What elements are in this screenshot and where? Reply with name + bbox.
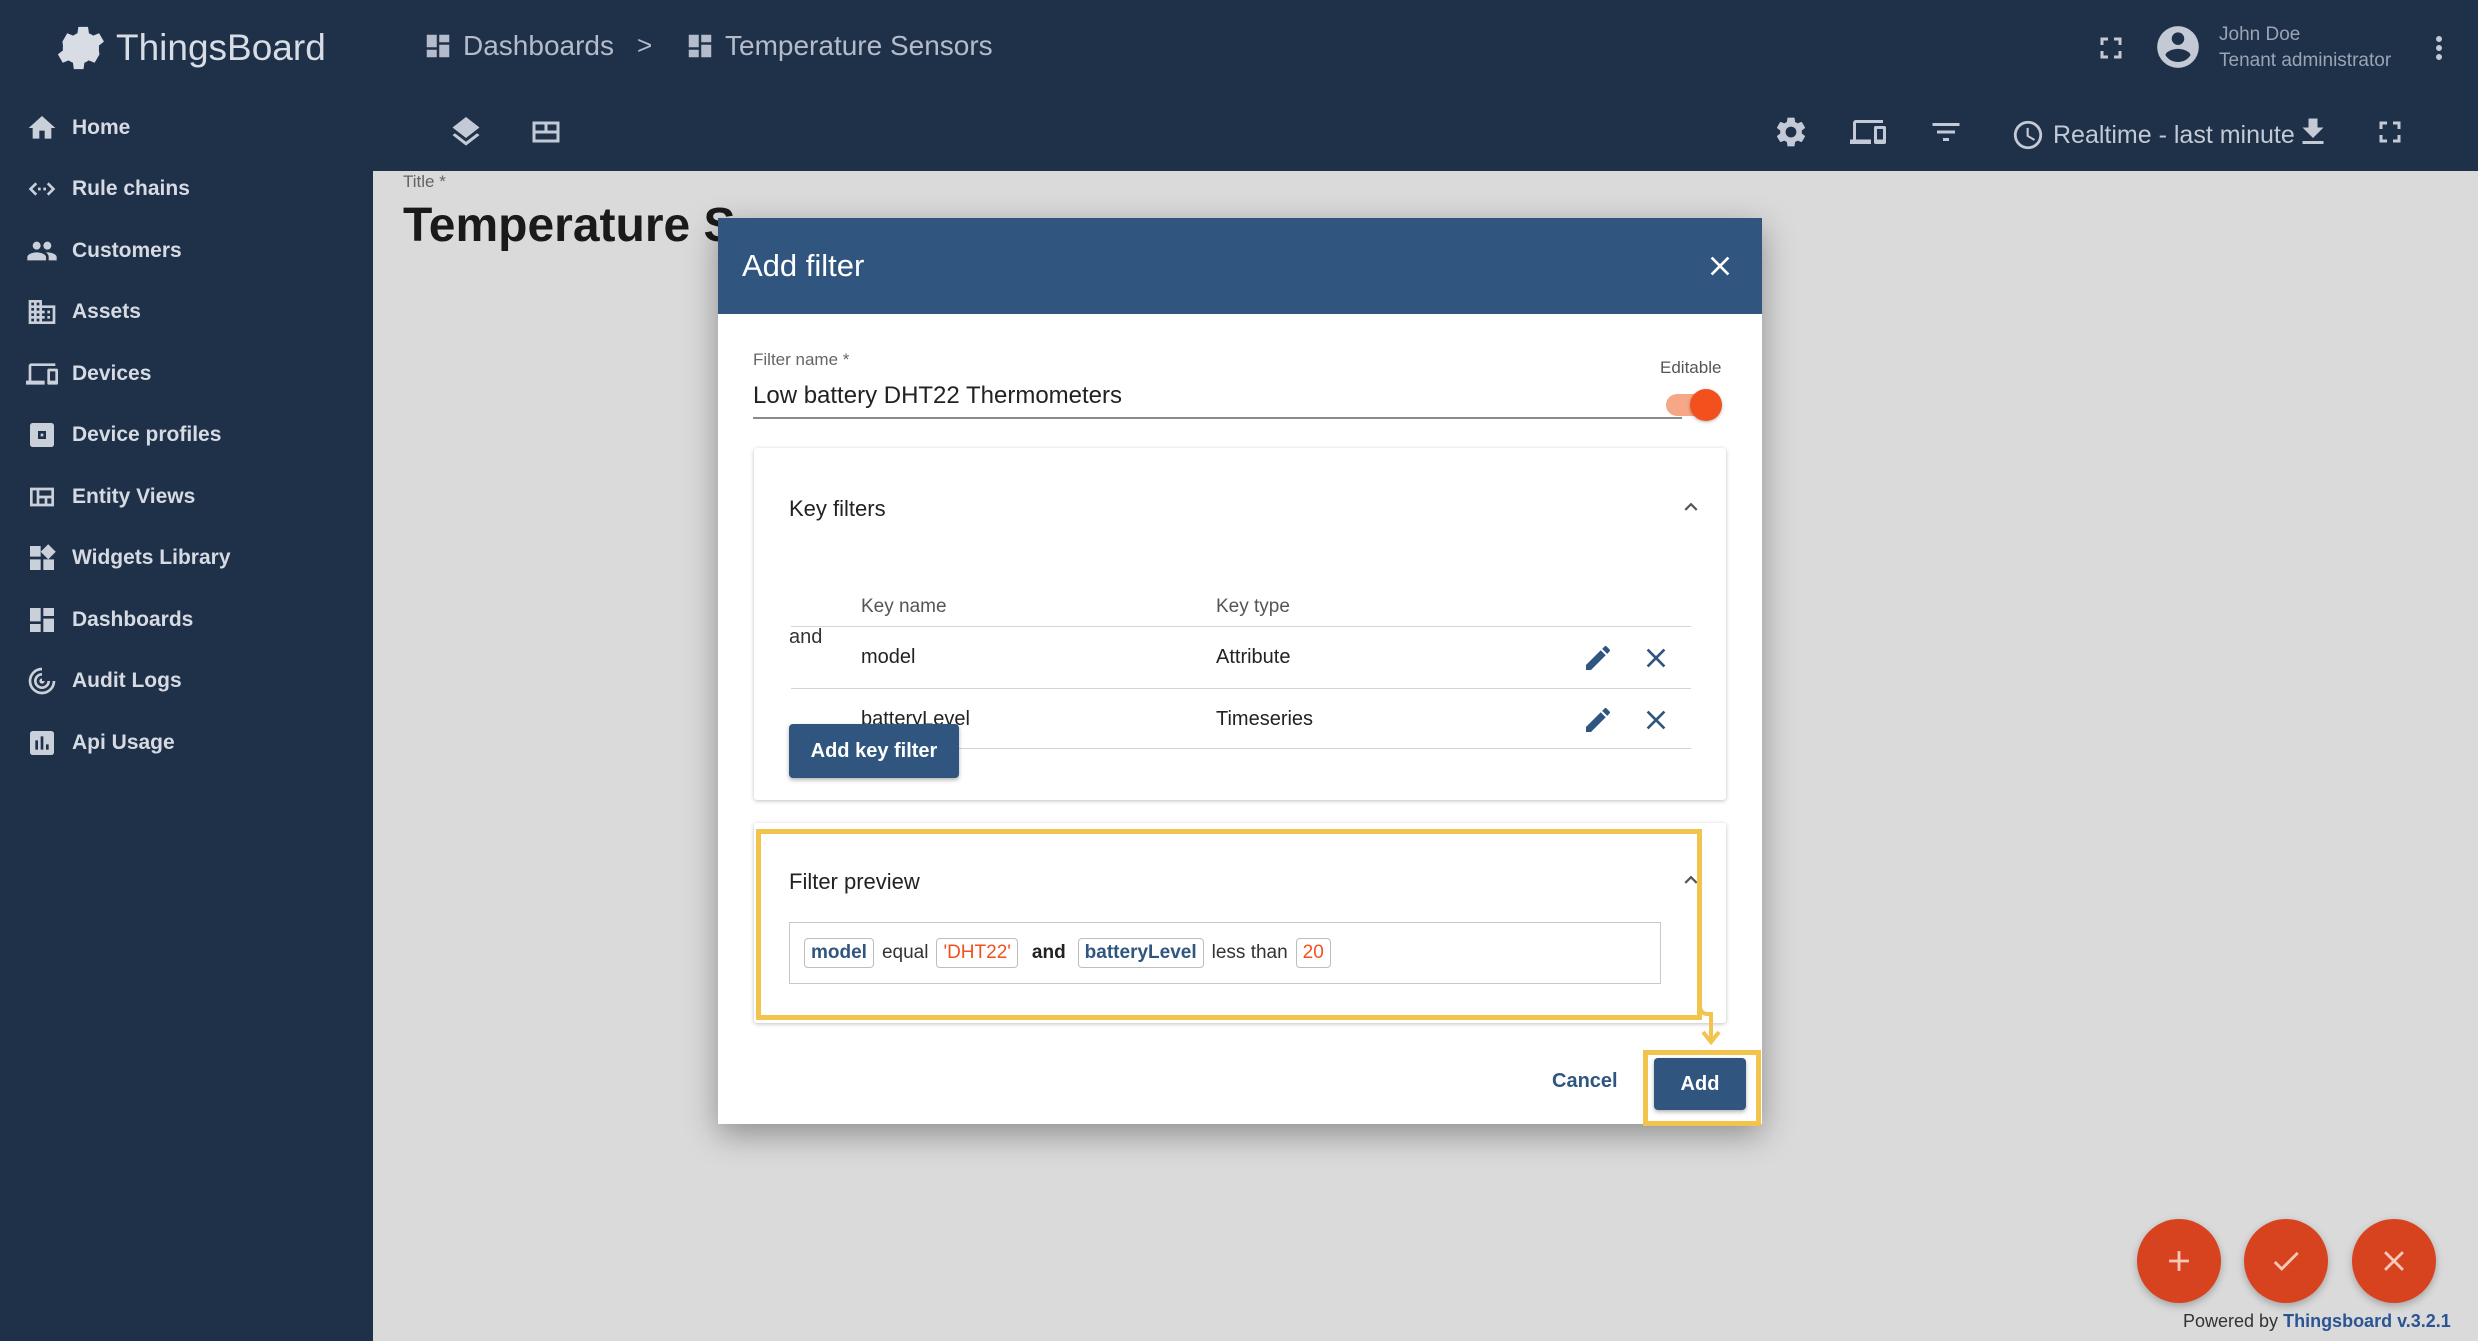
customers-icon (27, 241, 57, 261)
layout-icon[interactable] (528, 114, 564, 150)
filter-name-label: Filter name * (753, 350, 850, 369)
dashboards-icon (30, 607, 54, 632)
sidebar-item-label: Entity Views (72, 484, 196, 508)
edit-icon[interactable] (1582, 704, 1614, 736)
app-name: ThingsBoard (116, 27, 326, 68)
sidebar-item-assets[interactable]: Assets (0, 282, 373, 344)
app-logo[interactable]: ThingsBoard (52, 16, 326, 80)
dialog-header: Add filter (718, 218, 1762, 314)
breadcrumb-dashboards[interactable]: Dashboards (423, 30, 614, 62)
edit-icon[interactable] (1582, 642, 1614, 674)
cancel-button[interactable]: Cancel (1552, 1070, 1618, 1093)
timewindow-label: Realtime - last minute (2053, 120, 2295, 149)
sidebar-item-device-profiles[interactable]: Device profiles (0, 405, 373, 467)
cancel-edit-fab[interactable] (2352, 1219, 2436, 1303)
sidebar-item-label: Audit Logs (72, 669, 182, 693)
filter-name-input[interactable]: Low battery DHT22 Thermometers (753, 382, 1122, 410)
version-link[interactable]: Thingsboard v.3.2.1 (2283, 1311, 2451, 1331)
timewindow-button[interactable]: Realtime - last minute (2011, 118, 2295, 152)
layers-icon[interactable] (448, 114, 484, 150)
clock-icon (2013, 120, 2043, 150)
editable-toggle-knob[interactable] (1690, 389, 1722, 421)
table-row-divider (791, 688, 1691, 689)
plus-icon (2169, 1251, 2189, 1271)
user-role: Tenant administrator (2219, 50, 2392, 71)
sidebar-item-entity-views[interactable]: Entity Views (0, 466, 373, 528)
filter-name-underline (753, 417, 1682, 419)
editable-label: Editable (1660, 358, 1722, 377)
account-avatar-icon[interactable] (2153, 22, 2203, 72)
user-name: John Doe (2219, 24, 2301, 45)
rule-chain-icon (28, 182, 56, 196)
sidebar: ThingsBoard Home Rule chains Customers A… (0, 0, 373, 1341)
dashboards-icon (426, 34, 450, 58)
top-bar: Dashboards > Temperature Sensors John Do… (373, 0, 2478, 96)
more-vertical-icon[interactable] (2421, 30, 2457, 66)
sidebar-item-widgets-library[interactable]: Widgets Library (0, 528, 373, 590)
breadcrumb-label: Temperature Sensors (725, 30, 993, 61)
close-icon[interactable] (1640, 642, 1672, 674)
sidebar-item-label: Assets (72, 300, 141, 324)
sidebar-item-label: Home (72, 115, 131, 139)
home-icon (28, 115, 56, 139)
preview-highlight-box (756, 829, 1702, 1020)
sidebar-item-label: Widgets Library (72, 546, 231, 570)
key-name-cell: model (861, 646, 916, 668)
widgets-icon (30, 544, 56, 571)
entity-views-icon (30, 487, 54, 507)
powered-by: Powered by Thingsboard v.3.2.1 (2183, 1311, 2451, 1332)
add-button-highlight-box (1643, 1050, 1761, 1126)
save-dashboard-fab[interactable] (2244, 1219, 2328, 1303)
close-icon[interactable] (1704, 250, 1736, 282)
thingsboard-logo-icon (57, 26, 104, 70)
dialog-title: Add filter (742, 248, 865, 283)
devices-icon[interactable] (1850, 114, 1886, 150)
sidebar-nav: Home Rule chains Customers Assets Device… (0, 97, 373, 774)
breadcrumb-current: Temperature Sensors (685, 30, 993, 62)
dashboard-toolbar: Realtime - last minute (373, 96, 2478, 171)
settings-icon[interactable] (1773, 114, 1809, 150)
sidebar-item-label: Dashboards (72, 607, 194, 631)
sidebar-item-label: Devices (72, 361, 152, 385)
download-icon[interactable] (2295, 114, 2331, 150)
sidebar-item-label: Customers (72, 238, 182, 262)
api-usage-icon (30, 730, 54, 755)
sidebar-item-audit-logs[interactable]: Audit Logs (0, 651, 373, 713)
chevron-up-icon[interactable] (1678, 494, 1704, 520)
sidebar-item-home[interactable]: Home (0, 97, 373, 159)
operator-and-label: and (789, 626, 823, 648)
assets-icon (28, 300, 56, 325)
close-icon (2384, 1251, 2404, 1271)
sidebar-item-api-usage[interactable]: Api Usage (0, 712, 373, 774)
col-key-name: Key name (861, 596, 947, 617)
col-key-type: Key type (1216, 596, 1290, 617)
powered-by-label: Powered by (2183, 1311, 2279, 1331)
add-widget-fab[interactable] (2137, 1219, 2221, 1303)
sidebar-item-rule-chains[interactable]: Rule chains (0, 159, 373, 221)
close-icon[interactable] (1640, 704, 1672, 736)
key-filters-title[interactable]: Key filters (789, 496, 886, 522)
sidebar-item-customers[interactable]: Customers (0, 220, 373, 282)
table-divider (791, 626, 1691, 627)
sidebar-item-label: Device profiles (72, 423, 222, 447)
filter-icon[interactable] (1928, 114, 1964, 150)
arrow-down-icon (1698, 998, 1721, 1046)
sidebar-item-label: Api Usage (72, 730, 175, 754)
check-icon (2273, 1251, 2299, 1271)
audit-logs-icon (28, 667, 56, 695)
sidebar-item-label: Rule chains (72, 177, 190, 201)
dashboards-icon (688, 34, 712, 58)
device-profile-icon (30, 423, 54, 448)
key-type-cell: Timeseries (1216, 708, 1314, 730)
breadcrumb-label: Dashboards (463, 30, 614, 61)
fullscreen-icon[interactable] (2093, 30, 2129, 66)
sidebar-item-devices[interactable]: Devices (0, 343, 373, 405)
breadcrumb-separator: > (637, 30, 653, 60)
add-key-filter-button[interactable]: Add key filter (789, 724, 959, 778)
fullscreen-icon[interactable] (2372, 114, 2408, 150)
key-type-cell: Attribute (1216, 646, 1291, 668)
sidebar-item-dashboards[interactable]: Dashboards (0, 589, 373, 651)
devices-icon (26, 363, 58, 385)
